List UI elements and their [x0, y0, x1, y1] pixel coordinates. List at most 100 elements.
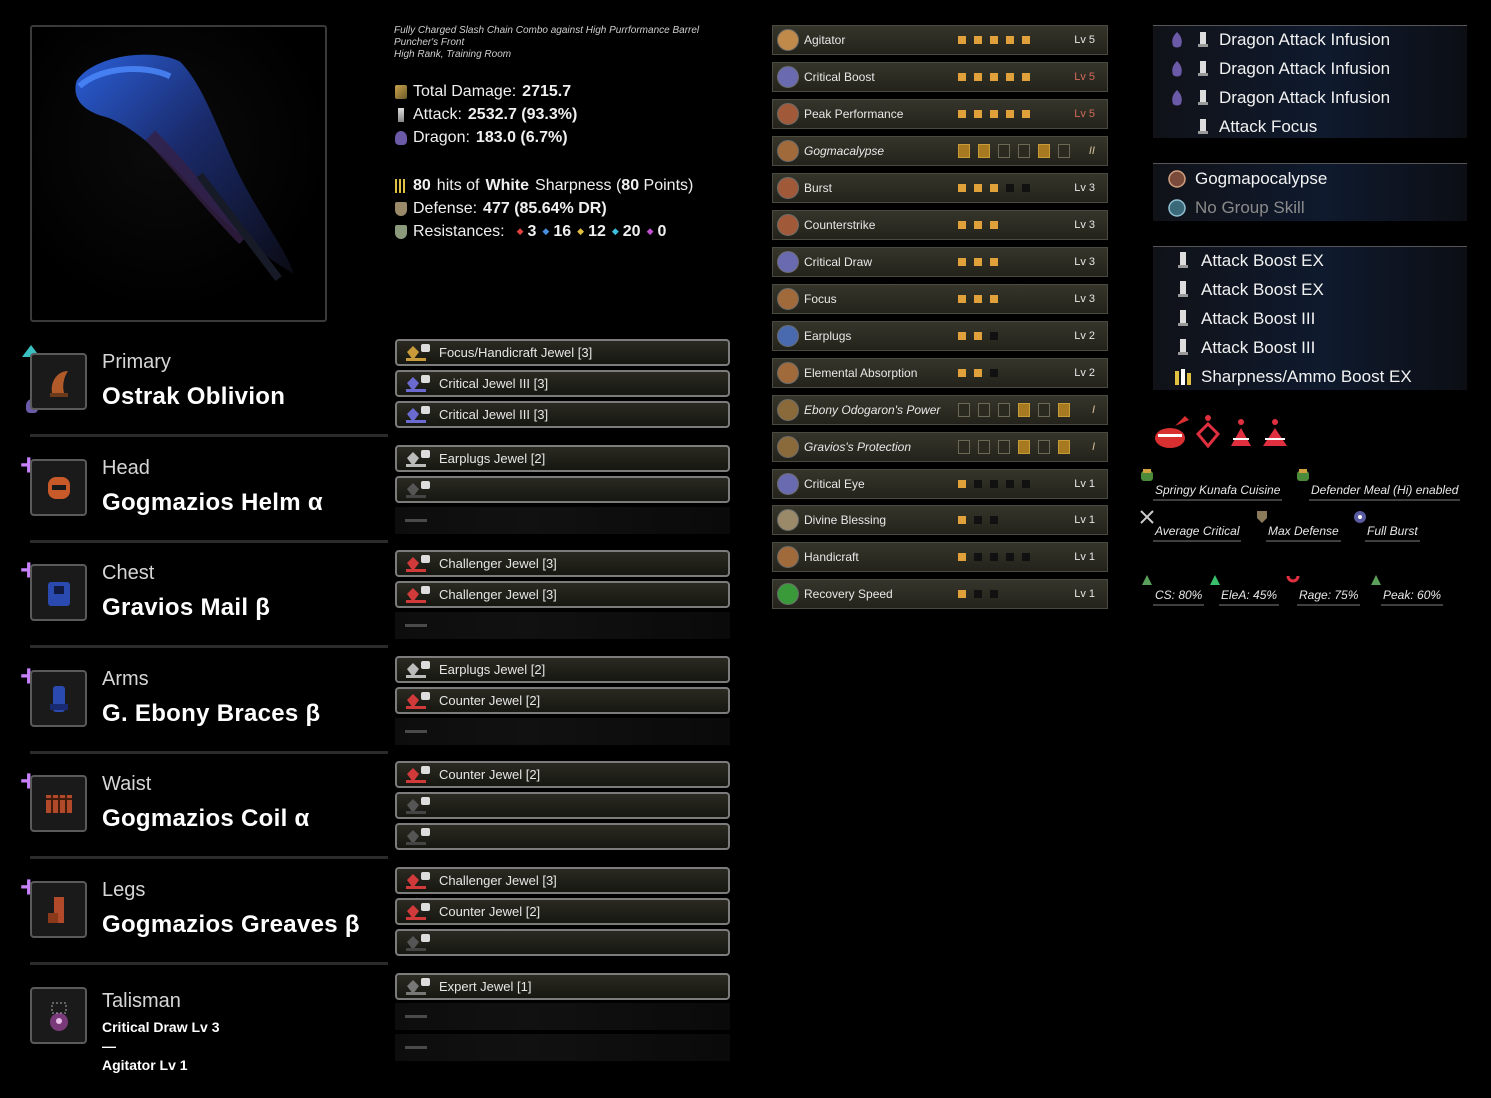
jewel-slot[interactable]: Earplugs Jewel [2]: [395, 445, 730, 472]
skill-level: Lv 3: [1074, 293, 1095, 305]
no-group-skill-row: No Group Skill: [1167, 194, 1305, 222]
skill-icon: [777, 29, 799, 51]
jewel-slot[interactable]: Critical Jewel III [3]: [395, 370, 730, 397]
level-pip: [1006, 36, 1014, 44]
monster-icon-2: [1195, 415, 1221, 449]
skill-row[interactable]: Counterstrike Lv 3: [772, 210, 1108, 240]
level-pip: [1006, 73, 1014, 81]
level-pip: [990, 258, 998, 266]
skill-name: Burst: [804, 181, 833, 195]
head-icon[interactable]: [30, 459, 87, 516]
skill-name: Counterstrike: [804, 218, 876, 232]
arms-name[interactable]: G. Ebony Braces β: [102, 700, 321, 728]
skill-level: Lv 3: [1074, 219, 1095, 231]
meal-buff-label: Defender Meal (Hi) enabled: [1309, 483, 1461, 501]
jewel-slot[interactable]: [395, 476, 730, 503]
skill-row[interactable]: Agitator Lv 5: [772, 25, 1108, 55]
skill-level: Lv 1: [1074, 514, 1095, 526]
level-pip: [990, 516, 998, 524]
waist-name[interactable]: Gogmazios Coil α: [102, 805, 310, 833]
weapon-name[interactable]: Ostrak Oblivion: [102, 383, 285, 411]
talisman-slot-label: Talisman: [102, 990, 181, 1012]
set-piece-icon: [958, 440, 970, 454]
level-pip: [958, 221, 966, 229]
resist-value: 16: [553, 222, 572, 240]
boost-row: Attack Boost EX: [1167, 247, 1324, 275]
skill-level-pips: [958, 480, 1030, 488]
jewel-slot[interactable]: Challenger Jewel [3]: [395, 550, 730, 577]
skill-row[interactable]: Gravios's Protection I: [772, 432, 1108, 462]
skill-level: II: [1088, 145, 1095, 157]
jewel-slot[interactable]: Counter Jewel [2]: [395, 687, 730, 714]
skill-row[interactable]: Handicraft Lv 1: [772, 542, 1108, 572]
talisman-icon[interactable]: [30, 987, 87, 1044]
weapon-icon[interactable]: [30, 353, 87, 410]
skill-row[interactable]: Critical Draw Lv 3: [772, 247, 1108, 277]
jewel-slot[interactable]: Challenger Jewel [3]: [395, 867, 730, 894]
skill-level: Lv 3: [1074, 182, 1095, 194]
skill-row[interactable]: Critical Boost Lv 5: [772, 62, 1108, 92]
attack-icon: [1193, 59, 1213, 79]
skill-row[interactable]: Ebony Odogaron's Power I: [772, 395, 1108, 425]
divider: [30, 751, 388, 754]
skill-level-pips: [958, 295, 998, 303]
jewel-slot[interactable]: Focus/Handicraft Jewel [3]: [395, 339, 730, 366]
jewel-slot[interactable]: Counter Jewel [2]: [395, 898, 730, 925]
jewel-slot[interactable]: Earplugs Jewel [2]: [395, 656, 730, 683]
skill-row[interactable]: Critical Eye Lv 1: [772, 469, 1108, 499]
skill-row[interactable]: Divine Blessing Lv 1: [772, 505, 1108, 535]
chest-name[interactable]: Gravios Mail β: [102, 594, 270, 622]
skill-name: Elemental Absorption: [804, 366, 918, 380]
level-pip: [990, 184, 998, 192]
skill-name: Agitator: [804, 33, 846, 47]
level-pip: [958, 369, 966, 377]
jewel-slot[interactable]: Challenger Jewel [3]: [395, 581, 730, 608]
boost-row: Sharpness/Ammo Boost EX: [1167, 363, 1412, 391]
skill-row[interactable]: Peak Performance Lv 5: [772, 99, 1108, 129]
head-name[interactable]: Gogmazios Helm α: [102, 489, 323, 517]
resist-value: 0: [657, 222, 667, 240]
skill-level-pips: [958, 110, 1030, 118]
peak-label: Peak: 60%: [1381, 588, 1444, 606]
talisman-skill-1: Critical Draw Lv 3: [102, 1019, 220, 1035]
skill-icon: [777, 251, 799, 273]
jewel-slot[interactable]: Counter Jewel [2]: [395, 761, 730, 788]
jewel-slot[interactable]: Critical Jewel III [3]: [395, 401, 730, 428]
level-pip: [1022, 73, 1030, 81]
waist-icon[interactable]: [30, 775, 87, 832]
skill-icon: [777, 288, 799, 310]
monster-icon-4: [1263, 419, 1287, 446]
arms-icon[interactable]: [30, 670, 87, 727]
skill-row[interactable]: Earplugs Lv 2: [772, 321, 1108, 351]
skill-level: Lv 3: [1074, 256, 1095, 268]
resist-values: ◆ 3 ◆ 16 ◆ 12 ◆ 20 ◆ 0: [511, 223, 667, 241]
deco-skill-row: Attack Focus: [1167, 113, 1317, 141]
legs-icon[interactable]: [30, 881, 87, 938]
chest-icon[interactable]: [30, 564, 87, 621]
skill-name: Ebony Odogaron's Power: [804, 403, 941, 417]
skill-row[interactable]: Gogmacalypse II: [772, 136, 1108, 166]
resist-value: 20: [622, 222, 641, 240]
jewel-slot[interactable]: [395, 792, 730, 819]
skill-row[interactable]: Recovery Speed Lv 1: [772, 579, 1108, 609]
skill-row[interactable]: Elemental Absorption Lv 2: [772, 358, 1108, 388]
resist-value: 3: [527, 222, 537, 240]
chest-slot-label: Chest: [102, 562, 155, 584]
skill-level-pips: [958, 258, 998, 266]
resist-dot-icon: ◆: [516, 226, 524, 236]
skill-icon: [777, 214, 799, 236]
jewel-slot[interactable]: Expert Jewel [1]: [395, 973, 730, 1000]
skill-level-pips: [958, 369, 998, 377]
skill-row[interactable]: Burst Lv 3: [772, 173, 1108, 203]
attack-icon: [1193, 30, 1213, 50]
resist-shield-icon: [395, 224, 407, 239]
jewel-label: Challenger Jewel [3]: [439, 587, 557, 602]
set-piece-icon: [1038, 440, 1050, 454]
legs-name[interactable]: Gogmazios Greaves β: [102, 911, 360, 939]
jewel-slot[interactable]: [395, 929, 730, 956]
jewel-slot[interactable]: [395, 823, 730, 850]
dragon-icon: [395, 130, 407, 145]
skill-row[interactable]: Focus Lv 3: [772, 284, 1108, 314]
attack-icon: [1193, 88, 1213, 108]
set-piece-icon: [1058, 403, 1070, 417]
